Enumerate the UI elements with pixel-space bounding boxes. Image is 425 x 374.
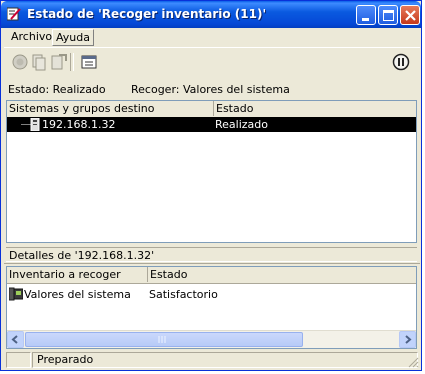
resize-grip-icon[interactable] xyxy=(407,356,419,368)
scroll-thumb[interactable] xyxy=(25,332,303,347)
column-header-inventory[interactable]: Inventario a recoger xyxy=(7,267,148,282)
divider xyxy=(4,263,420,264)
minimize-button[interactable] xyxy=(356,5,376,25)
details-list[interactable]: Inventario a recoger Estado Valores del … xyxy=(6,266,417,349)
maximize-icon xyxy=(383,10,394,21)
toolbar-separator xyxy=(70,53,74,71)
inventory-item-state: Satisfactorio xyxy=(149,288,218,301)
column-header-systems[interactable]: Sistemas y grupos destino xyxy=(7,101,214,116)
list-item[interactable]: Valores del sistema Satisfactorio xyxy=(7,287,416,302)
column-header-detail-state[interactable]: Estado xyxy=(148,267,416,282)
app-pencil-icon xyxy=(6,7,21,21)
status-bar: Preparado xyxy=(4,350,420,369)
horizontal-scrollbar[interactable] xyxy=(7,330,416,348)
grip-lines-icon xyxy=(158,336,166,343)
scroll-left-button[interactable] xyxy=(7,331,24,348)
table-row[interactable]: 192.168.1.32 Realizado xyxy=(7,117,416,132)
status-text: Preparado xyxy=(32,352,418,368)
toolbar xyxy=(4,47,420,76)
pause-icon[interactable] xyxy=(391,52,411,72)
properties-icon[interactable] xyxy=(80,52,100,72)
target-name: 192.168.1.32 xyxy=(42,118,116,131)
system-values-icon xyxy=(8,287,24,304)
menu-archivo[interactable]: Archivo xyxy=(8,29,55,44)
details-label: Detalles de '192.168.1.32' xyxy=(6,247,417,262)
status-state-text: Estado: Realizado xyxy=(8,83,106,96)
document-arrow-icon[interactable] xyxy=(49,52,69,72)
inventory-item-name: Valores del sistema xyxy=(24,288,131,301)
status-window: Estado de 'Recoger inventario (11)' Arch… xyxy=(0,0,422,371)
chevron-left-icon xyxy=(11,335,18,344)
targets-list[interactable]: Sistemas y grupos destino Estado 192.168… xyxy=(6,100,417,243)
targets-header: Sistemas y grupos destino Estado xyxy=(7,101,416,118)
title-bar[interactable]: Estado de 'Recoger inventario (11)' xyxy=(1,1,421,28)
scroll-right-button[interactable] xyxy=(399,331,416,348)
maximize-button[interactable] xyxy=(378,5,398,25)
copy-icon[interactable] xyxy=(29,52,49,72)
target-state: Realizado xyxy=(215,118,268,131)
minimize-icon xyxy=(362,18,369,21)
close-button[interactable] xyxy=(400,5,420,25)
menu-bar: Archivo Ayuda xyxy=(4,28,420,46)
window-title: Estado de 'Recoger inventario (11)' xyxy=(27,7,267,21)
details-header: Inventario a recoger Estado xyxy=(7,267,416,284)
status-pane-blank xyxy=(6,352,31,368)
close-icon xyxy=(405,10,416,21)
menu-ayuda[interactable]: Ayuda xyxy=(52,29,94,46)
column-header-state[interactable]: Estado xyxy=(214,101,416,116)
computer-icon xyxy=(30,117,40,134)
status-collect-text: Recoger: Valores del sistema xyxy=(131,83,290,96)
chevron-right-icon xyxy=(405,335,412,344)
record-icon[interactable] xyxy=(10,52,30,72)
